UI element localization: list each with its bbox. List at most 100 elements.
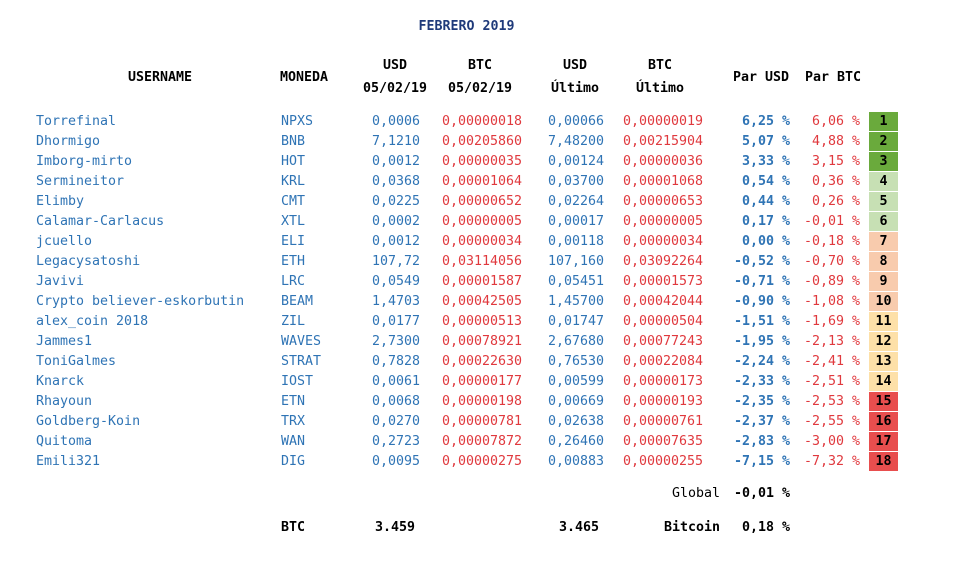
usd-last-cell: 0,00599 — [547, 374, 604, 389]
coin-cell: KRL — [281, 174, 306, 189]
btc-start-cell: 0,00205860 — [441, 134, 522, 149]
rank-badge: 7 — [869, 232, 898, 252]
username-cell: ToniGalmes — [36, 354, 117, 369]
usd-last-cell: 0,05451 — [547, 274, 604, 289]
rank-badge: 6 — [869, 212, 898, 232]
par-usd-cell: -2,24 % — [733, 354, 790, 369]
btc-last-cell: 0,00000034 — [622, 234, 703, 249]
usd-last-cell: 0,00118 — [547, 234, 604, 249]
usd-start-cell: 0,0225 — [371, 194, 420, 209]
usd-last-cell: 107,160 — [547, 254, 604, 269]
global-label: Global — [671, 486, 720, 501]
btc-last-cell: 0,00000005 — [622, 214, 703, 229]
par-btc-cell: -0,89 % — [803, 274, 860, 289]
btc-last-cell: 0,00077243 — [622, 334, 703, 349]
usd-last-cell: 0,03700 — [547, 174, 604, 189]
coin-cell: CMT — [281, 194, 306, 209]
btc-last-cell: 0,00000761 — [622, 414, 703, 429]
username-cell: Jammes1 — [36, 334, 93, 349]
par-usd-cell: -0,71 % — [733, 274, 790, 289]
usd-start-cell: 0,0549 — [371, 274, 420, 289]
usd-last-cell: 0,00066 — [547, 114, 604, 129]
bitcoin-value: 0,18 % — [741, 520, 790, 535]
par-usd-cell: -0,90 % — [733, 294, 790, 309]
rank-badge: 9 — [869, 272, 898, 292]
btc-start-cell: 0,00000018 — [441, 114, 522, 129]
btc-start-cell: 0,00000034 — [441, 234, 522, 249]
username-cell: Legacysatoshi — [36, 254, 141, 269]
par-usd-cell: 0,54 % — [741, 174, 790, 189]
coin-cell: NPXS — [281, 114, 314, 129]
username-cell: Dhormigo — [36, 134, 101, 149]
usd-last-cell: 0,02264 — [547, 194, 604, 209]
usd-last-cell: 2,67680 — [547, 334, 604, 349]
btc-start-cell: 0,00000781 — [441, 414, 522, 429]
rank-badge: 8 — [869, 252, 898, 272]
btc-last-cell: 0,00042044 — [622, 294, 703, 309]
coin-cell: IOST — [281, 374, 314, 389]
username-cell: Crypto believer-eskorbutin — [36, 294, 245, 309]
btc-start-cell: 0,00000198 — [441, 394, 522, 409]
rank-badge: 3 — [869, 152, 898, 172]
rank-badge: 17 — [869, 432, 898, 452]
usd-last-cell: 0,00669 — [547, 394, 604, 409]
btc-last-cell: 0,00000036 — [622, 154, 703, 169]
par-usd-cell: 5,07 % — [741, 134, 790, 149]
btc-start-cell: 0,00078921 — [441, 334, 522, 349]
usd-start-cell: 0,2723 — [371, 434, 420, 449]
usd-start-cell: 2,7300 — [371, 334, 420, 349]
coin-cell: WAVES — [281, 334, 322, 349]
btc-last-cell: 0,00000653 — [622, 194, 703, 209]
usd-start-cell: 0,0270 — [371, 414, 420, 429]
coin-cell: ELI — [281, 234, 306, 249]
usd-last-cell: 0,01747 — [547, 314, 604, 329]
par-usd-cell: 3,33 % — [741, 154, 790, 169]
rank-badge: 5 — [869, 192, 898, 212]
btc-last-cell: 0,00001573 — [622, 274, 703, 289]
coin-cell: STRAT — [281, 354, 322, 369]
btc-last-cell: 0,00000255 — [622, 454, 703, 469]
par-btc-cell: -7,32 % — [803, 454, 860, 469]
usd-start-cell: 0,0368 — [371, 174, 420, 189]
username-cell: Emili321 — [36, 454, 101, 469]
header-username: USERNAME — [127, 70, 193, 85]
btc-usd-start-total: 3.459 — [374, 520, 415, 535]
par-btc-cell: -1,08 % — [803, 294, 860, 309]
btc-start-cell: 0,00000005 — [441, 214, 522, 229]
btc-start-cell: 0,00000652 — [441, 194, 522, 209]
btc-start-cell: 0,00000035 — [441, 154, 522, 169]
btc-last-cell: 0,00000019 — [622, 114, 703, 129]
usd-start-cell: 0,0061 — [371, 374, 420, 389]
username-cell: alex_coin 2018 — [36, 314, 149, 329]
btc-start-cell: 0,00042505 — [441, 294, 522, 309]
coin-cell: BEAM — [281, 294, 314, 309]
usd-last-cell: 0,76530 — [547, 354, 604, 369]
rank-badge: 10 — [869, 292, 898, 312]
par-usd-cell: -1,95 % — [733, 334, 790, 349]
btc-start-cell: 0,03114056 — [441, 254, 522, 269]
usd-last-cell: 7,48200 — [547, 134, 604, 149]
btc-last-cell: 0,00022084 — [622, 354, 703, 369]
coin-cell: ETH — [281, 254, 306, 269]
btc-start-cell: 0,00000513 — [441, 314, 522, 329]
rank-badge: 13 — [869, 352, 898, 372]
par-usd-cell: -7,15 % — [733, 454, 790, 469]
usd-start-cell: 0,7828 — [371, 354, 420, 369]
btc-start-cell: 0,00000177 — [441, 374, 522, 389]
par-btc-cell: -2,51 % — [803, 374, 860, 389]
btc-last-cell: 0,00000173 — [622, 374, 703, 389]
usd-start-cell: 7,1210 — [371, 134, 420, 149]
par-usd-cell: -2,33 % — [733, 374, 790, 389]
rank-badge: 4 — [869, 172, 898, 192]
usd-start-cell: 107,72 — [371, 254, 420, 269]
btc-start-cell: 0,00022630 — [441, 354, 522, 369]
par-btc-cell: -1,69 % — [803, 314, 860, 329]
global-value: -0,01 % — [733, 486, 790, 501]
username-cell: Torrefinal — [36, 114, 117, 129]
btc-last-cell: 0,00001068 — [622, 174, 703, 189]
header-btc-start: BTC 05/02/19 — [440, 54, 520, 100]
par-btc-cell: -2,53 % — [803, 394, 860, 409]
btc-last-cell: 0,00215904 — [622, 134, 703, 149]
header-usd-start-line2: 05/02/19 — [362, 81, 428, 96]
coin-cell: XTL — [281, 214, 306, 229]
